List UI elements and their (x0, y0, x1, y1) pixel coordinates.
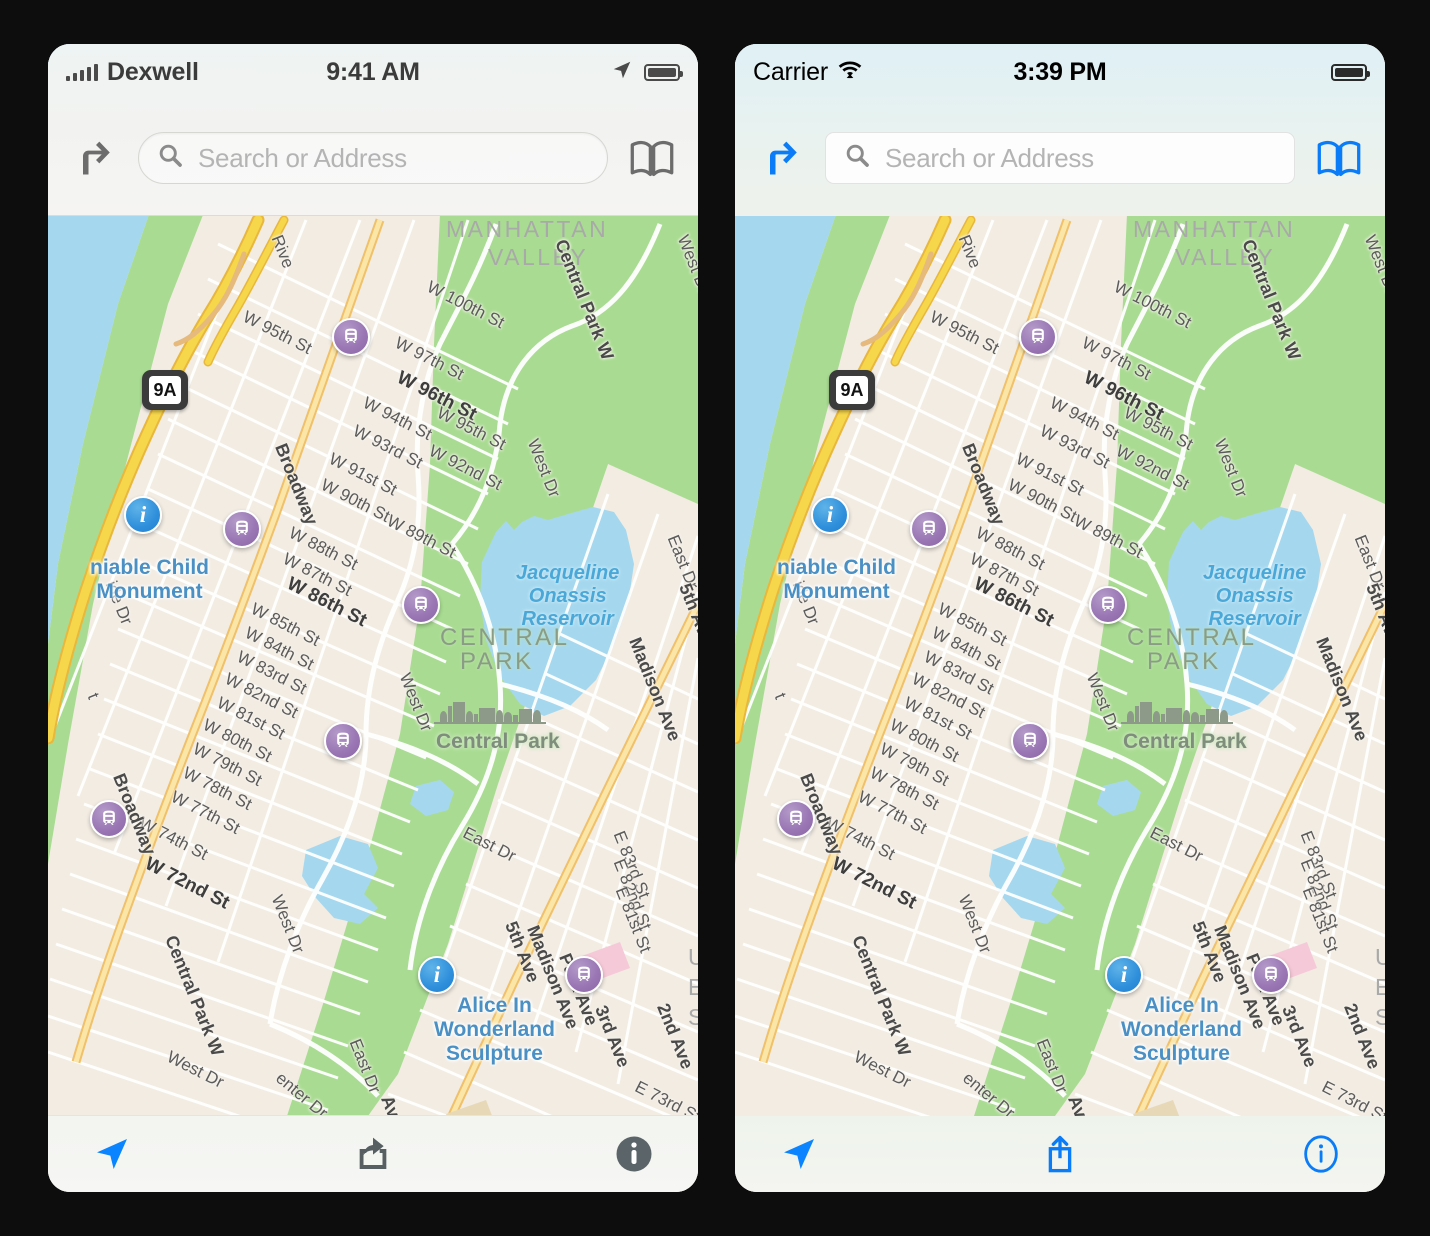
bottom-toolbar-right (735, 1116, 1385, 1192)
highway-shield-text: 9A (149, 376, 181, 404)
subway-station-pin[interactable] (910, 510, 948, 548)
status-bar-right: Carrier 3:39 PM (735, 44, 1385, 100)
subway-station-pin[interactable] (324, 722, 362, 760)
search-placeholder: Search or Address (198, 142, 407, 173)
directions-button[interactable] (753, 130, 809, 186)
battery-full-icon (644, 63, 683, 81)
subway-station-pin[interactable] (223, 510, 261, 548)
subway-station-pin[interactable] (1011, 722, 1049, 760)
share-button[interactable] (966, 1133, 1153, 1175)
subway-station-pin[interactable] (565, 956, 603, 994)
bottom-toolbar-left (48, 1115, 698, 1192)
poi-info-pin[interactable]: i (418, 956, 456, 994)
screenshot-stage: Rive MANHATTAN VALLEY W 100th St W 95th … (0, 0, 1430, 1236)
highway-shield-9a: 9A (142, 370, 188, 410)
search-input[interactable]: Search or Address (825, 132, 1295, 184)
subway-station-pin[interactable] (402, 586, 440, 624)
poi-info-pin[interactable]: i (124, 496, 162, 534)
subway-station-pin[interactable] (1252, 956, 1290, 994)
search-input[interactable]: Search or Address (138, 132, 608, 184)
poi-info-pin[interactable]: i (811, 496, 849, 534)
locate-button[interactable] (735, 1134, 966, 1174)
poi-info-pin[interactable]: i (1105, 956, 1143, 994)
location-arrow-icon (611, 59, 633, 86)
park-poi-icon (434, 700, 546, 724)
locate-button[interactable] (48, 1134, 279, 1174)
subway-station-pin[interactable] (332, 318, 370, 356)
search-magnifier-icon (157, 142, 184, 174)
bookmarks-button[interactable] (624, 130, 680, 186)
subway-station-pin[interactable] (777, 800, 815, 838)
map-canvas-left[interactable]: Rive MANHATTAN VALLEY W 100th St W 95th … (48, 44, 698, 1192)
nav-bar-left: Search or Address (48, 100, 698, 216)
subway-station-pin[interactable] (1089, 586, 1127, 624)
share-button[interactable] (279, 1134, 466, 1174)
info-button[interactable] (467, 1134, 698, 1174)
info-button[interactable] (1154, 1134, 1385, 1174)
subway-station-pin[interactable] (90, 800, 128, 838)
search-placeholder: Search or Address (885, 142, 1094, 173)
status-time: 9:41 AM (326, 57, 420, 86)
directions-button[interactable] (66, 130, 122, 186)
highway-shield-text: 9A (836, 376, 868, 404)
phone-left-ios6: Rive MANHATTAN VALLEY W 100th St W 95th … (48, 44, 698, 1192)
subway-station-pin[interactable] (1019, 318, 1057, 356)
phone-right-ios7: Rive MANHATTAN VALLEY W 100th St W 95th … (735, 44, 1385, 1192)
park-poi-icon (1121, 700, 1233, 724)
battery-full-icon (1331, 63, 1370, 81)
search-magnifier-icon (844, 142, 871, 174)
highway-shield-9a: 9A (829, 370, 875, 410)
status-time: 3:39 PM (1013, 57, 1107, 86)
map-canvas-right[interactable]: Rive MANHATTAN VALLEY W 100th St W 95th … (735, 44, 1385, 1192)
bookmarks-button[interactable] (1311, 130, 1367, 186)
nav-bar-right: Search or Address (735, 100, 1385, 216)
status-bar-left: Dexwell 9:41 AM (48, 44, 698, 100)
